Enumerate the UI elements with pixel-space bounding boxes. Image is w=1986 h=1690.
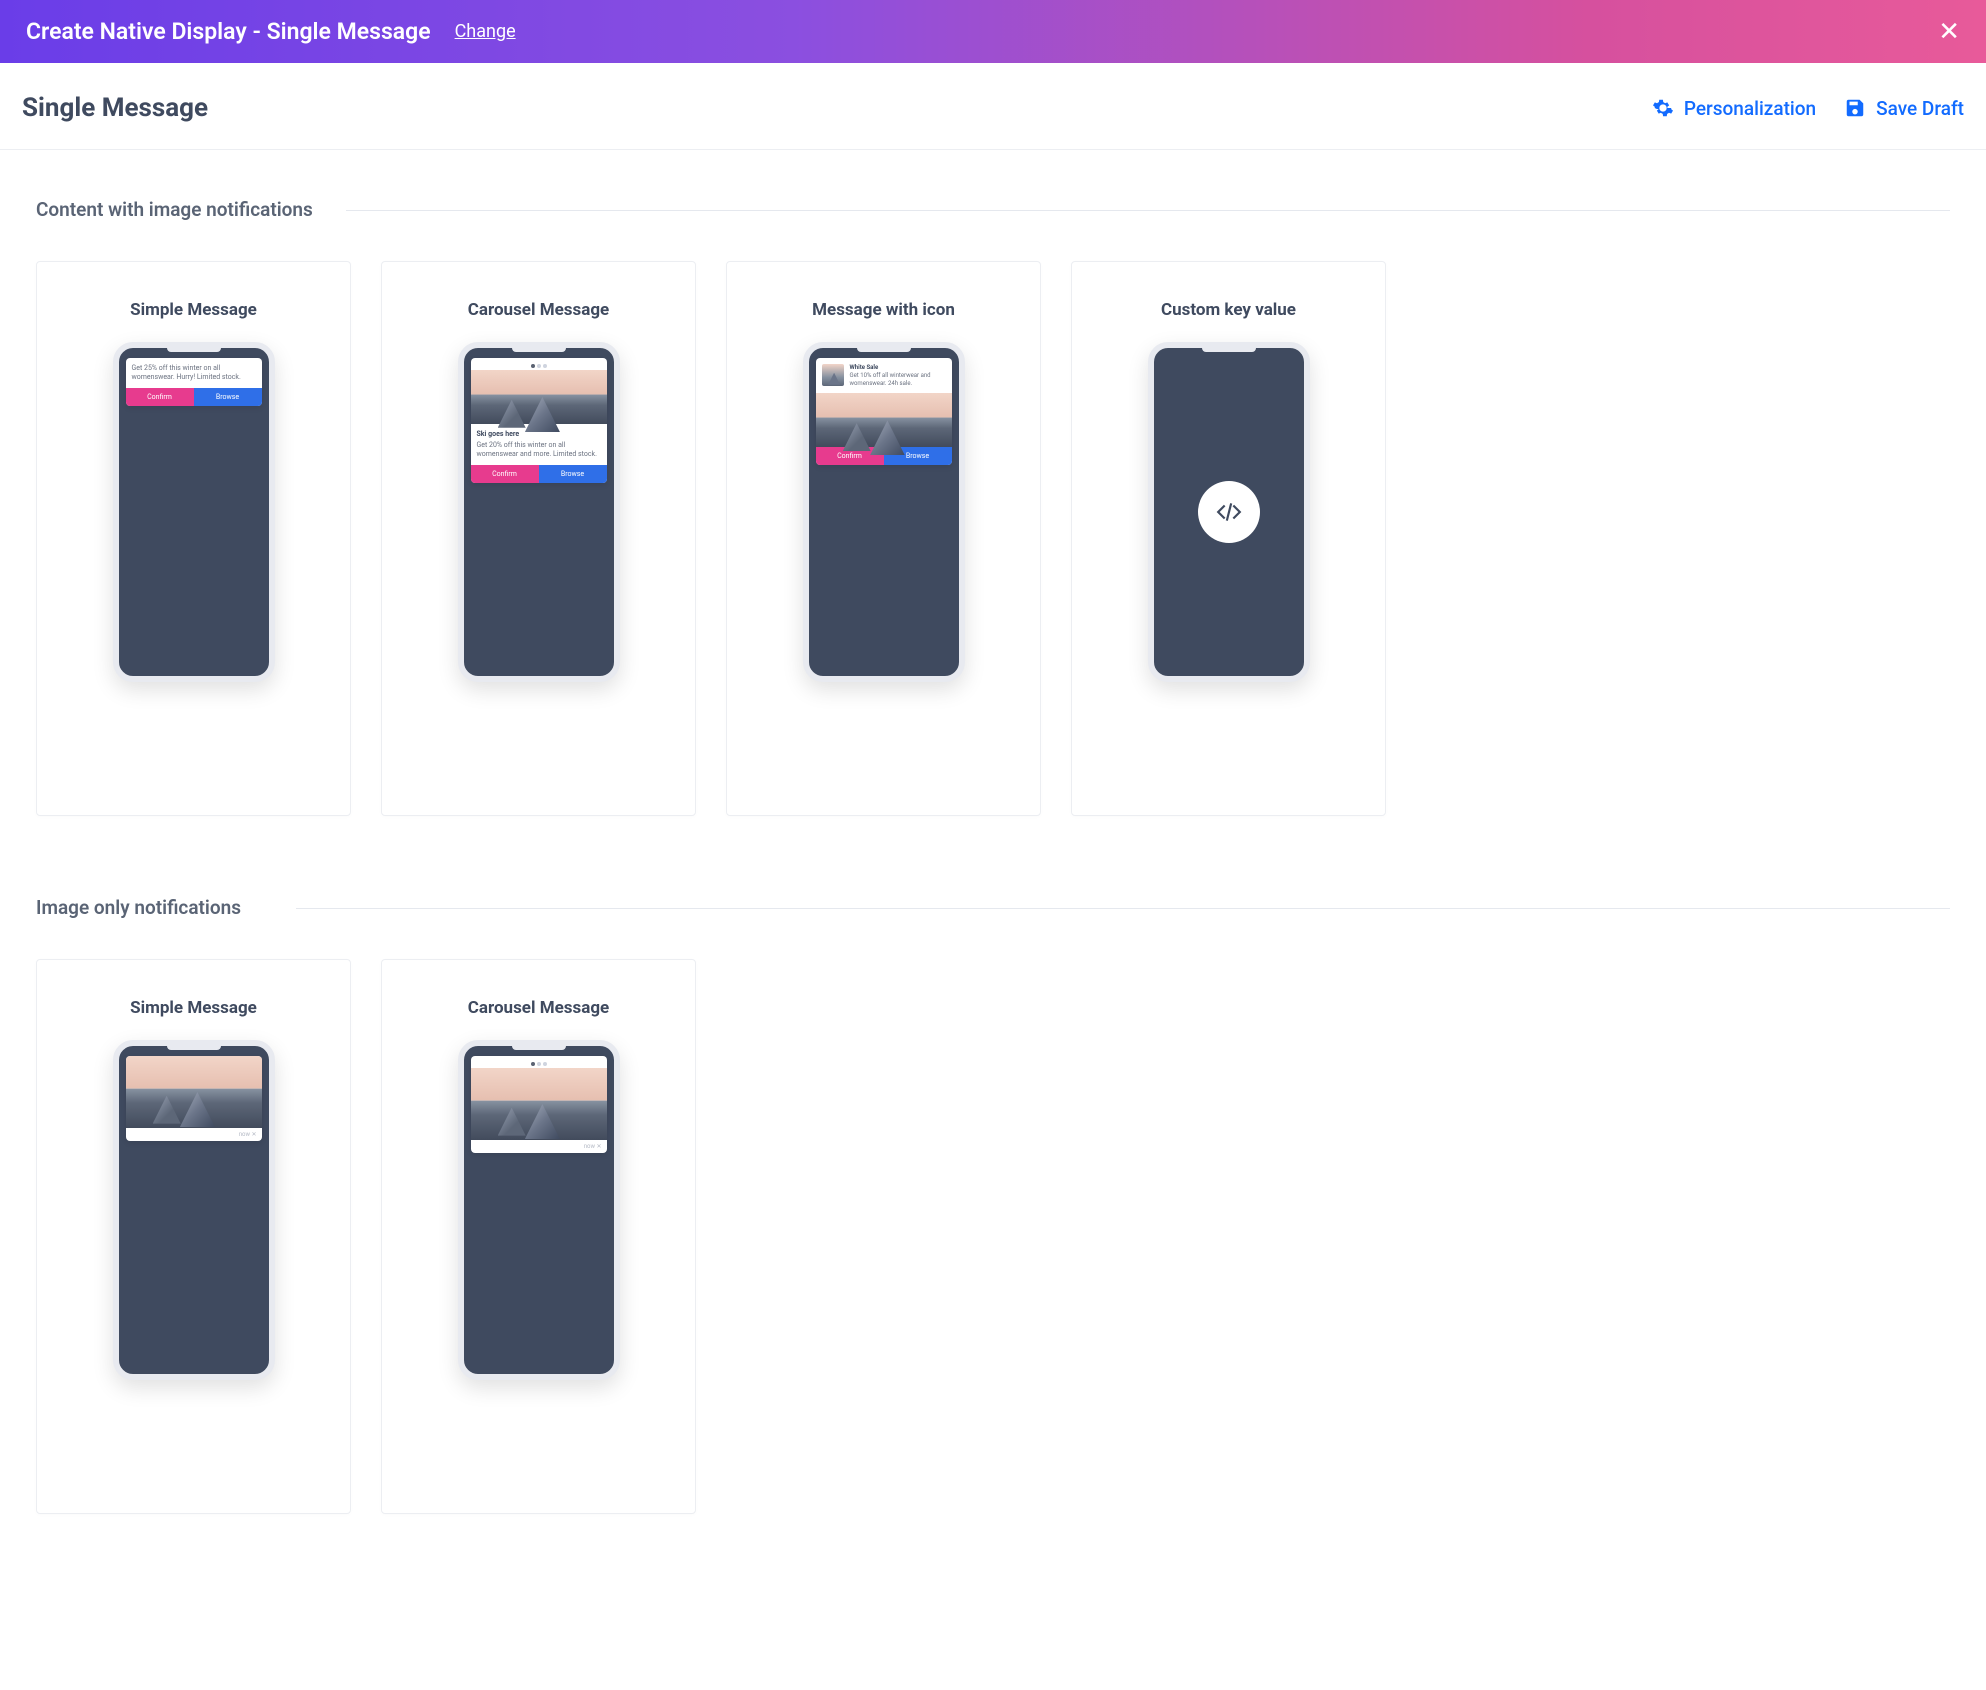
mountain-image: [471, 1068, 607, 1140]
card-title: Simple Message: [130, 998, 257, 1018]
phone-preview: White SaleGet 10% off all winterwear and…: [803, 342, 965, 682]
pink-cta: Confirm: [471, 465, 539, 483]
notification-footer: now ✕: [471, 1140, 607, 1153]
notification-preview: Get 25% off this winter on all womenswea…: [126, 358, 262, 406]
section-content-with-image: Content with image notifications Simple …: [36, 198, 1950, 816]
template-card-image-carousel-message[interactable]: Carousel Message now ✕: [381, 959, 696, 1514]
close-icon[interactable]: ✕: [1938, 19, 1960, 45]
mountain-image: [816, 393, 952, 447]
cards-row: Simple Message Get 25% off this winter o…: [36, 261, 1950, 816]
icon-header: White SaleGet 10% off all winterwear and…: [816, 358, 952, 393]
notification-buttons: Confirm Browse: [471, 465, 607, 483]
thumbnail-icon: [822, 364, 844, 386]
mountain-image: [126, 1056, 262, 1128]
code-icon: [1216, 499, 1242, 525]
page-header-title: Create Native Display - Single Message: [26, 18, 431, 45]
change-link[interactable]: Change: [455, 21, 516, 42]
notification-preview: now ✕: [126, 1056, 262, 1141]
header-actions: Personalization Save Draft: [1652, 97, 1964, 120]
template-card-custom-key-value[interactable]: Custom key value: [1071, 261, 1386, 816]
template-card-image-simple-message[interactable]: Simple Message now ✕: [36, 959, 351, 1514]
blue-cta: Browse: [539, 465, 607, 483]
section-title: Content with image notifications: [36, 198, 1950, 221]
mountain-image: [471, 370, 607, 424]
phone-preview: now ✕: [113, 1040, 275, 1380]
carousel-dots: [471, 358, 607, 370]
section-title: Image only notifications: [36, 896, 1950, 919]
pink-cta: Confirm: [126, 388, 194, 406]
notification-buttons: Confirm Browse: [126, 388, 262, 406]
notification-preview: now ✕: [471, 1056, 607, 1153]
save-icon: [1844, 97, 1866, 119]
phone-preview: Get 25% off this winter on all womenswea…: [113, 342, 275, 682]
template-card-message-with-icon[interactable]: Message with icon White SaleGet 10% off …: [726, 261, 1041, 816]
phone-preview: Ski goes hereGet 20% off this winter on …: [458, 342, 620, 682]
blue-cta: Browse: [194, 388, 262, 406]
phone-notch: [1202, 348, 1256, 352]
section-image-only: Image only notifications Simple Message …: [36, 896, 1950, 1514]
top-bar-left: Create Native Display - Single Message C…: [26, 18, 516, 45]
phone-notch: [167, 348, 221, 352]
save-draft-button[interactable]: Save Draft: [1844, 97, 1964, 120]
notification-preview: White SaleGet 10% off all winterwear and…: [816, 358, 952, 465]
notification-text: Get 25% off this winter on all womenswea…: [126, 358, 262, 388]
personalization-button[interactable]: Personalization: [1652, 97, 1816, 120]
card-title: Simple Message: [130, 300, 257, 320]
phone-notch: [167, 1046, 221, 1050]
phone-notch: [512, 1046, 566, 1050]
template-card-simple-message[interactable]: Simple Message Get 25% off this winter o…: [36, 261, 351, 816]
sub-header: Single Message Personalization Save Draf…: [0, 63, 1986, 150]
carousel-dots: [471, 1056, 607, 1068]
content-area: Content with image notifications Simple …: [0, 150, 1986, 1642]
icon-meta-text: White SaleGet 10% off all winterwear and…: [850, 364, 946, 387]
phone-notch: [512, 348, 566, 352]
code-circle: [1198, 481, 1260, 543]
template-card-carousel-message[interactable]: Carousel Message Ski goes hereGet 20% of…: [381, 261, 696, 816]
personalization-label: Personalization: [1684, 97, 1816, 120]
card-title: Message with icon: [812, 300, 955, 320]
card-title: Carousel Message: [468, 998, 609, 1018]
phone-notch: [857, 348, 911, 352]
phone-preview: [1148, 342, 1310, 682]
notification-footer: now ✕: [126, 1128, 262, 1141]
gear-icon: [1652, 97, 1674, 119]
notification-preview: Ski goes hereGet 20% off this winter on …: [471, 358, 607, 483]
card-title: Custom key value: [1161, 300, 1296, 320]
top-bar: Create Native Display - Single Message C…: [0, 0, 1986, 63]
phone-preview: now ✕: [458, 1040, 620, 1380]
card-title: Carousel Message: [468, 300, 609, 320]
page-title: Single Message: [22, 93, 208, 123]
save-draft-label: Save Draft: [1876, 97, 1964, 120]
cards-row: Simple Message now ✕ Carousel Message: [36, 959, 1950, 1514]
